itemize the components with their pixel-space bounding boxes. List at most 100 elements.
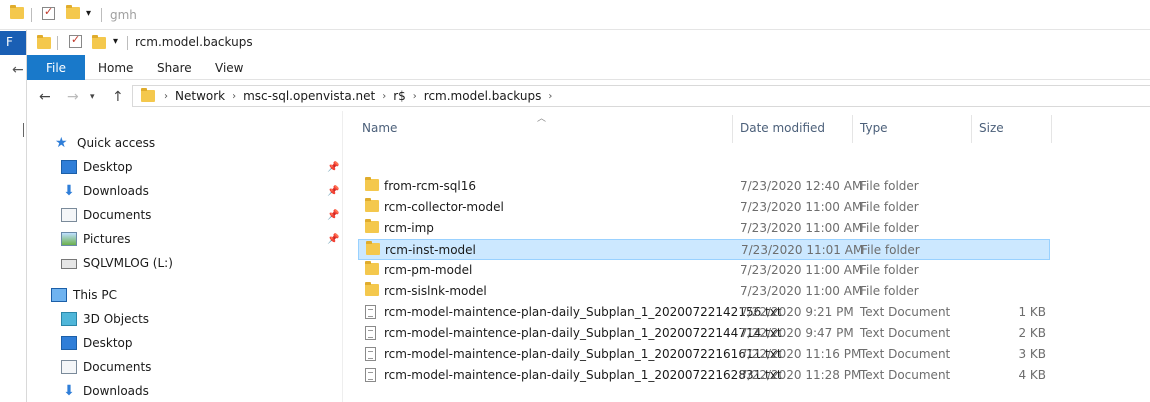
file-name: rcm-imp bbox=[384, 221, 434, 235]
pin-icon[interactable]: 📌 bbox=[327, 162, 339, 173]
file-date: 7/23/2020 12:40 AM bbox=[740, 179, 863, 193]
nav-item-documents-pc[interactable]: Documents bbox=[61, 356, 151, 378]
divider[interactable] bbox=[971, 115, 972, 143]
nav-item-label: Downloads bbox=[83, 184, 149, 198]
nav-item-pictures[interactable]: Pictures 📌 bbox=[61, 228, 341, 250]
nav-item-desktop-pc[interactable]: Desktop bbox=[61, 332, 133, 354]
column-header-type[interactable]: Type bbox=[854, 121, 972, 141]
folder-icon bbox=[366, 241, 380, 255]
properties-icon[interactable] bbox=[42, 5, 55, 20]
file-size: 2 KB bbox=[1018, 326, 1046, 340]
back-arrow-icon[interactable]: ← bbox=[39, 89, 51, 105]
navigation-pane: ★ Quick access Desktop 📌 ⬇ Downloads 📌 D… bbox=[27, 111, 343, 402]
star-icon: ★ bbox=[55, 135, 68, 151]
nav-item-3d-objects[interactable]: 3D Objects bbox=[61, 308, 149, 330]
folder-icon bbox=[141, 88, 155, 102]
text-document-icon bbox=[365, 368, 376, 382]
up-arrow-icon[interactable]: ↑ bbox=[112, 89, 124, 105]
table-row[interactable]: from-rcm-sql16 7/23/2020 12:40 AM File f… bbox=[358, 176, 1050, 197]
chevron-right-icon[interactable]: › bbox=[410, 91, 420, 102]
nav-item-documents[interactable]: Documents 📌 bbox=[61, 204, 341, 226]
chevron-right-icon[interactable]: › bbox=[379, 91, 389, 102]
nav-item-sqlvmlog[interactable]: SQLVMLOG (L:) bbox=[61, 252, 173, 274]
pin-icon[interactable]: 📌 bbox=[327, 186, 339, 197]
file-date: 7/23/2020 11:00 AM bbox=[740, 221, 863, 235]
table-row[interactable]: rcm-model-maintence-plan-daily_Subplan_1… bbox=[358, 323, 1050, 344]
customize-quick-access-icon[interactable]: ▾ bbox=[113, 36, 118, 47]
nav-item-label: Desktop bbox=[83, 160, 133, 174]
file-type: File folder bbox=[860, 179, 919, 193]
divider bbox=[127, 36, 128, 50]
table-row-selected[interactable]: rcm-inst-model 7/23/2020 11:01 AM File f… bbox=[358, 239, 1050, 260]
pin-icon[interactable]: 📌 bbox=[327, 234, 339, 245]
file-date: 7/23/2020 11:00 AM bbox=[740, 200, 863, 214]
tab-file[interactable]: File bbox=[27, 55, 85, 80]
breadcrumb-server[interactable]: msc-sql.openvista.net bbox=[239, 89, 379, 103]
table-row[interactable]: rcm-pm-model 7/23/2020 11:00 AM File fol… bbox=[358, 260, 1050, 281]
background-file-tab[interactable]: F bbox=[0, 31, 26, 55]
nav-item-quick-access[interactable]: ★ Quick access bbox=[55, 132, 155, 154]
nav-item-downloads-pc[interactable]: ⬇ Downloads bbox=[61, 380, 149, 402]
divider[interactable] bbox=[732, 115, 733, 143]
forward-arrow-icon[interactable]: → bbox=[67, 89, 79, 105]
chevron-right-icon[interactable]: › bbox=[545, 91, 555, 102]
nav-item-desktop[interactable]: Desktop 📌 bbox=[61, 156, 341, 178]
breadcrumb-share[interactable]: r$ bbox=[389, 89, 410, 103]
nav-item-this-pc[interactable]: This PC bbox=[51, 284, 117, 306]
table-row[interactable]: rcm-imp 7/23/2020 11:00 AM File folder bbox=[358, 218, 1050, 239]
breadcrumb-network[interactable]: Network bbox=[171, 89, 229, 103]
chevron-right-icon[interactable]: › bbox=[161, 91, 171, 102]
divider bbox=[31, 8, 32, 22]
column-header-date-modified[interactable]: Date modified bbox=[734, 121, 852, 141]
background-window-titlebar: ▾ gmh bbox=[0, 0, 1150, 30]
divider[interactable] bbox=[852, 115, 853, 143]
table-row[interactable]: rcm-model-maintence-plan-daily_Subplan_1… bbox=[358, 344, 1050, 365]
nav-item-label: Pictures bbox=[83, 232, 131, 246]
background-window-title: gmh bbox=[110, 8, 137, 22]
file-type: File folder bbox=[860, 221, 919, 235]
table-row[interactable]: rcm-model-maintence-plan-daily_Subplan_1… bbox=[358, 365, 1050, 386]
file-date: 7/22/2020 11:16 PM bbox=[740, 347, 862, 361]
explorer-window: ▾ rcm.model.backups File Home Share View… bbox=[26, 30, 1150, 402]
tab-share[interactable]: Share bbox=[157, 55, 192, 80]
column-header-size[interactable]: Size bbox=[973, 121, 1051, 141]
nav-item-label: 3D Objects bbox=[83, 312, 150, 326]
table-row[interactable]: rcm-model-maintence-plan-daily_Subplan_1… bbox=[358, 302, 1050, 323]
drive-icon bbox=[61, 259, 77, 269]
checkmark-icon bbox=[42, 5, 55, 20]
table-row[interactable]: rcm-collector-model 7/23/2020 11:00 AM F… bbox=[358, 197, 1050, 218]
address-bar[interactable]: › Network › msc-sql.openvista.net › r$ ›… bbox=[132, 85, 1150, 107]
text-document-icon bbox=[365, 305, 376, 319]
chevron-right-icon[interactable]: › bbox=[229, 91, 239, 102]
divider bbox=[23, 123, 24, 137]
file-name: rcm-sislnk-model bbox=[384, 284, 487, 298]
new-folder-icon[interactable] bbox=[66, 5, 80, 19]
pc-icon bbox=[51, 288, 67, 302]
tab-view[interactable]: View bbox=[215, 55, 243, 80]
divider[interactable] bbox=[1051, 115, 1052, 143]
customize-quick-access-icon[interactable]: ▾ bbox=[86, 8, 91, 19]
file-name: rcm-model-maintence-plan-daily_Subplan_1… bbox=[384, 305, 782, 319]
file-date: 7/23/2020 11:01 AM bbox=[741, 243, 864, 257]
nav-item-downloads[interactable]: ⬇ Downloads 📌 bbox=[61, 180, 341, 202]
recent-locations-chevron-icon[interactable]: ▾ bbox=[90, 92, 95, 102]
file-size: 3 KB bbox=[1018, 347, 1046, 361]
file-date: 7/23/2020 11:00 AM bbox=[740, 263, 863, 277]
file-date: 7/23/2020 11:00 AM bbox=[740, 284, 863, 298]
folder-icon bbox=[365, 282, 379, 296]
nav-item-label: Desktop bbox=[83, 336, 133, 350]
background-back-arrow-icon[interactable]: ← bbox=[12, 62, 24, 78]
ribbon-tabs: File Home Share View bbox=[27, 55, 1150, 80]
breadcrumb-folder[interactable]: rcm.model.backups bbox=[420, 89, 546, 103]
titlebar: ▾ rcm.model.backups bbox=[27, 30, 1150, 55]
column-header-name[interactable]: Name bbox=[356, 121, 730, 141]
pin-icon[interactable]: 📌 bbox=[327, 210, 339, 221]
properties-icon[interactable] bbox=[69, 33, 82, 48]
folder-icon bbox=[365, 261, 379, 275]
divider bbox=[101, 8, 102, 22]
new-folder-icon[interactable] bbox=[92, 35, 106, 49]
nav-item-label: This PC bbox=[73, 288, 117, 302]
tab-home[interactable]: Home bbox=[98, 55, 133, 80]
table-row[interactable]: rcm-sislnk-model 7/23/2020 11:00 AM File… bbox=[358, 281, 1050, 302]
folder-icon bbox=[10, 5, 24, 19]
